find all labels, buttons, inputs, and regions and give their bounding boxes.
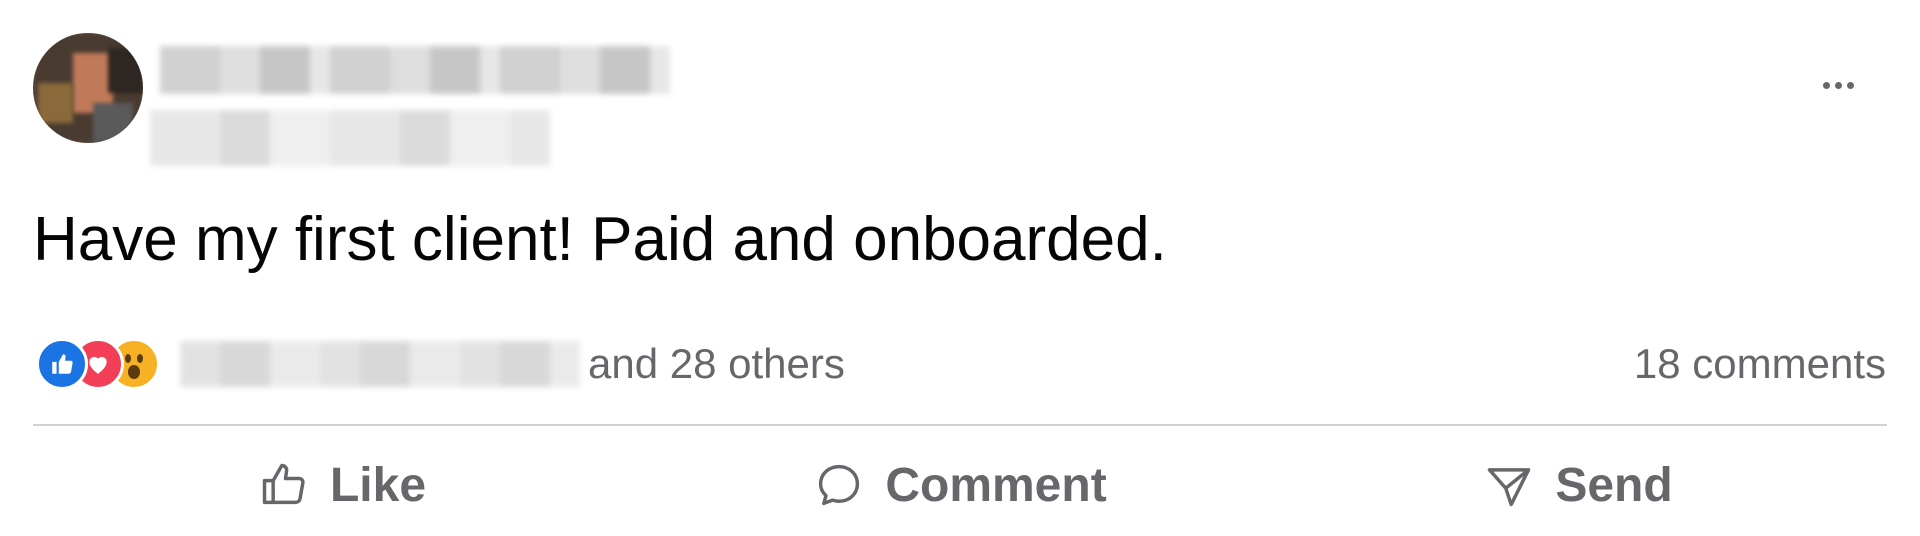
comment-bubble-icon (819, 464, 860, 506)
author-avatar[interactable] (33, 33, 143, 143)
more-dot-icon (1822, 81, 1830, 89)
post-action-bar: Like Comment Send (33, 440, 1887, 530)
like-reaction-icon (36, 338, 88, 390)
comment-button[interactable]: Comment (651, 440, 1269, 530)
author-name-redacted[interactable] (160, 46, 670, 94)
comments-count-link[interactable]: 18 comments (1634, 336, 1886, 392)
send-icon (1488, 468, 1531, 507)
reactions-summary[interactable]: and 28 others (36, 336, 845, 392)
more-dot-icon (1846, 81, 1854, 89)
actions-divider (33, 424, 1887, 426)
like-button[interactable]: Like (33, 440, 651, 530)
post-text: Have my first client! Paid and onboarded… (33, 205, 1167, 274)
post-card: Have my first client! Paid and onboarded… (0, 0, 1920, 536)
like-label: Like (329, 458, 427, 512)
more-dot-icon (1834, 81, 1842, 89)
send-button[interactable]: Send (1269, 440, 1887, 530)
wow-mouth-icon (128, 365, 140, 379)
wow-eye-icon (125, 354, 131, 363)
wow-eye-icon (137, 354, 143, 363)
thumbs-up-icon (262, 463, 305, 505)
more-options-button[interactable] (1808, 70, 1868, 100)
comment-label: Comment (885, 458, 1107, 512)
reactions-others-text: and 28 others (588, 340, 845, 387)
reactor-name-redacted (180, 341, 580, 387)
post-meta-redacted (150, 110, 550, 166)
send-label: Send (1555, 458, 1673, 512)
